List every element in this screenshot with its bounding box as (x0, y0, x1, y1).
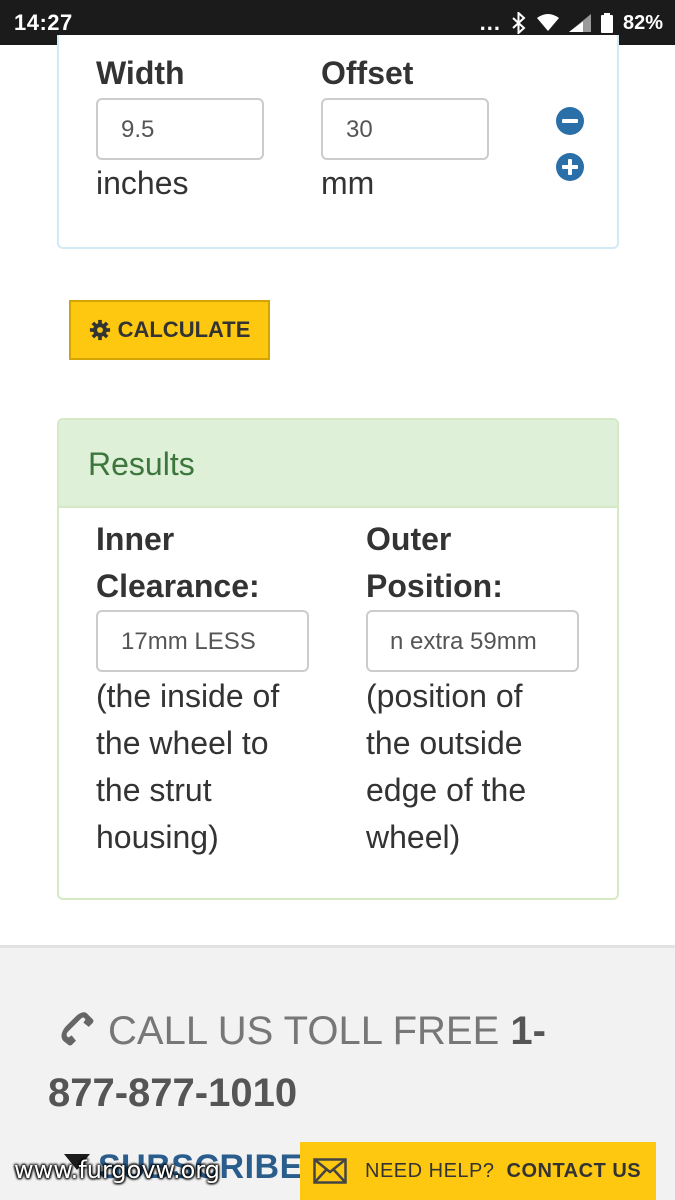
outer-position-value[interactable]: n extra 59mm (366, 610, 579, 672)
outer-position-desc-line: edge of the (366, 772, 527, 808)
width-input[interactable]: 9.5 (96, 98, 264, 160)
call-number-part2: 877-877-1010 (48, 1071, 298, 1115)
call-lead-text: CALL US TOLL FREE (108, 1009, 500, 1053)
need-help-label: NEED HELP? (365, 1159, 495, 1182)
inner-clearance-desc-line: housing) (96, 819, 219, 855)
more-notifications-icon: ... (479, 10, 501, 35)
signal-icon (568, 14, 591, 32)
outer-position-title-line2: Position: (366, 568, 503, 604)
offset-input[interactable]: 30 (321, 98, 489, 160)
outer-position-desc-line: (position of (366, 678, 523, 714)
results-title: Results (88, 446, 195, 482)
offset-unit: mm (321, 165, 375, 201)
battery-icon (600, 13, 613, 33)
inner-clearance-title-line1: Inner (96, 521, 175, 557)
calculate-button[interactable]: CALCULATE (69, 300, 270, 360)
outer-position-desc-line: the outside (366, 725, 523, 761)
battery-percent: 82% (622, 11, 663, 34)
wifi-icon (536, 14, 559, 31)
gear-icon (89, 319, 110, 341)
offset-label: Offset (321, 55, 414, 91)
inner-clearance-title-line2: Clearance: (96, 568, 260, 604)
phone-icon (61, 1012, 94, 1046)
width-label: Width (96, 55, 185, 91)
wheel-input-panel: Width 9.5 inches Offset 30 mm (57, 35, 619, 249)
inner-clearance-desc-line: (the inside of (96, 678, 280, 714)
remove-wheel-icon[interactable] (556, 107, 584, 135)
inner-clearance-value[interactable]: 17mm LESS (96, 610, 309, 672)
need-help-bar[interactable]: NEED HELP? CONTACT US (300, 1142, 656, 1200)
outer-position-desc-line: wheel) (366, 819, 461, 855)
status-icons: ... 82% (480, 10, 663, 36)
outer-position-title-line1: Outer (366, 521, 452, 557)
width-unit: inches (96, 165, 189, 201)
envelope-icon (313, 1158, 347, 1184)
status-time: 14:27 (14, 10, 73, 35)
inner-clearance-desc-line: the wheel to (96, 725, 269, 761)
results-panel: Results Inner Clearance: 17mm LESS (the … (57, 418, 619, 900)
results-header: Results (59, 420, 617, 508)
toll-free-call[interactable]: CALL US TOLL FREE 1- 877-877-1010 (48, 1000, 608, 1124)
add-wheel-icon[interactable] (556, 153, 584, 181)
watermark: www.furgovw.org (14, 1156, 220, 1184)
call-number-part1: 1- (510, 1009, 546, 1053)
inner-clearance-desc-line: the strut (96, 772, 212, 808)
contact-us-link[interactable]: CONTACT US (507, 1160, 642, 1183)
bluetooth-icon (512, 12, 526, 34)
calculate-label: CALCULATE (117, 317, 251, 342)
